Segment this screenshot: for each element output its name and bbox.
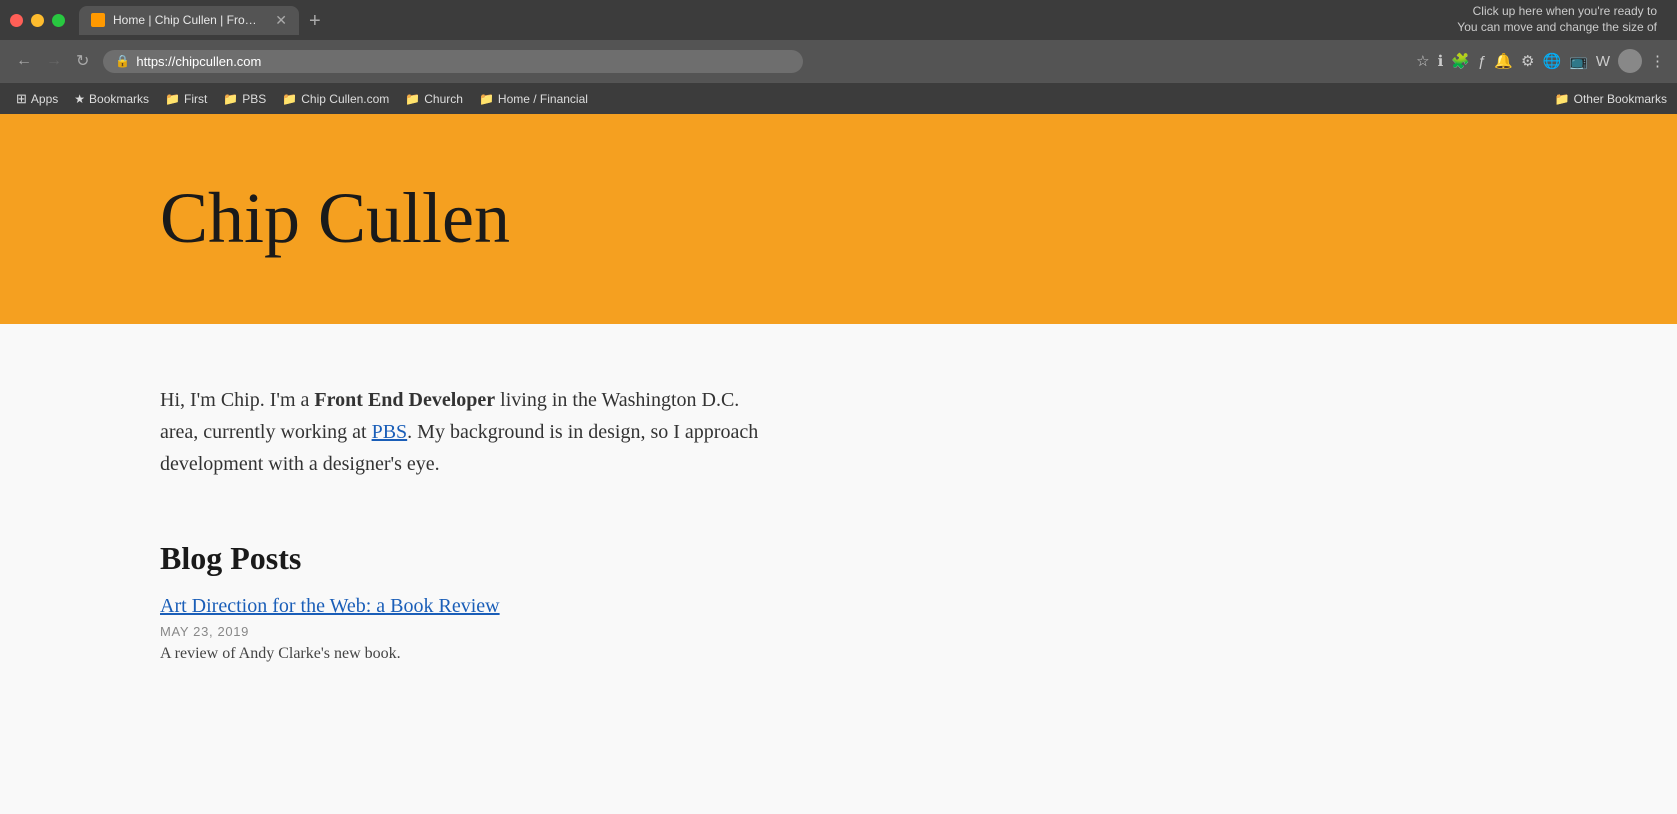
home-financial-icon: 📁 (479, 92, 494, 106)
home-financial-folder[interactable]: 📁 Home / Financial (473, 90, 594, 108)
pbs-folder-icon: 📁 (223, 92, 238, 106)
translate-icon[interactable]: 🌐 (1542, 52, 1561, 70)
intro-bold-text: Front End Developer (314, 389, 495, 411)
blog-post-link[interactable]: Art Direction for the Web: a Book Review (160, 595, 1517, 618)
wordpress-icon[interactable]: W (1596, 53, 1610, 70)
folder-icon-right: 📁 (1555, 92, 1570, 106)
church-label: Church (424, 92, 463, 106)
pbs-link[interactable]: PBS (372, 421, 408, 443)
first-label: First (184, 92, 207, 106)
star-icon[interactable]: ☆ (1416, 52, 1429, 70)
home-financial-label: Home / Financial (498, 92, 588, 106)
site-title: Chip Cullen (160, 179, 510, 258)
bookmarks-folder[interactable]: ★ Bookmarks (68, 90, 155, 108)
blog-post-item: Art Direction for the Web: a Book Review… (160, 595, 1517, 663)
url-text: https://chipcullen.com (136, 54, 791, 69)
chipcullen-label: Chip Cullen.com (301, 92, 389, 106)
scripting-icon[interactable]: ƒ (1478, 53, 1486, 70)
site-body: Hi, I'm Chip. I'm a Front End Developer … (0, 324, 1677, 723)
extensions-icon[interactable]: 🧩 (1451, 52, 1470, 70)
browser-chrome: Home | Chip Cullen | Front End… ✕ + Clic… (0, 0, 1677, 114)
blog-post-date: MAY 23, 2019 (160, 624, 1517, 639)
website-content: Chip Cullen Hi, I'm Chip. I'm a Front En… (0, 114, 1677, 814)
other-bookmarks-label: Other Bookmarks (1574, 92, 1667, 106)
other-bookmarks[interactable]: 📁 Other Bookmarks (1555, 92, 1667, 106)
profile-avatar[interactable] (1618, 49, 1642, 73)
apps-bookmark[interactable]: ⊞ Apps (10, 89, 64, 109)
cast-icon[interactable]: 📺 (1569, 52, 1588, 70)
bookmarks-bar: ⊞ Apps ★ Bookmarks 📁 First 📁 PBS 📁 Chip … (0, 82, 1677, 114)
tab-favicon (91, 13, 105, 27)
blog-post-excerpt: A review of Andy Clarke's new book. (160, 645, 1517, 663)
maximize-window-button[interactable] (52, 14, 65, 27)
pbs-folder[interactable]: 📁 PBS (217, 90, 272, 108)
tab-title: Home | Chip Cullen | Front End… (113, 13, 263, 27)
church-folder[interactable]: 📁 Church (399, 90, 469, 108)
back-button[interactable]: ← (12, 50, 36, 72)
nav-buttons: ← → ↻ (12, 49, 93, 73)
apps-icon: ⊞ (16, 91, 27, 107)
address-bar: ← → ↻ 🔒 https://chipcullen.com ☆ ℹ 🧩 ƒ 🔔… (0, 40, 1677, 82)
settings-icon[interactable]: ⚙ (1521, 52, 1534, 70)
info-icon[interactable]: ℹ (1438, 52, 1444, 70)
star-bookmark-icon: ★ (74, 92, 85, 106)
blog-section: Blog Posts Art Direction for the Web: a … (160, 540, 1517, 663)
bookmarks-label: Bookmarks (89, 92, 149, 106)
minimize-window-button[interactable] (31, 14, 44, 27)
close-window-button[interactable] (10, 14, 23, 27)
active-tab[interactable]: Home | Chip Cullen | Front End… ✕ (79, 6, 299, 35)
traffic-lights (10, 14, 65, 27)
church-folder-icon: 📁 (405, 92, 420, 106)
blog-section-title: Blog Posts (160, 540, 1517, 577)
lock-icon: 🔒 (115, 54, 130, 68)
intro-text-before: Hi, I'm Chip. I'm a (160, 389, 314, 411)
first-folder[interactable]: 📁 First (159, 90, 213, 108)
tabs-area: Home | Chip Cullen | Front End… ✕ + (79, 6, 1447, 35)
tab-close-button[interactable]: ✕ (275, 12, 287, 29)
apps-label: Apps (31, 92, 58, 106)
reload-button[interactable]: ↻ (72, 49, 93, 73)
forward-button[interactable]: → (42, 50, 66, 72)
title-bar: Home | Chip Cullen | Front End… ✕ + Clic… (0, 0, 1677, 40)
chipcullen-folder[interactable]: 📁 Chip Cullen.com (276, 90, 395, 108)
new-tab-button[interactable]: + (299, 7, 331, 35)
menu-icon[interactable]: ⋮ (1650, 52, 1665, 70)
notification-icon[interactable]: 🔔 (1494, 52, 1513, 70)
url-bar[interactable]: 🔒 https://chipcullen.com (103, 50, 803, 73)
first-folder-icon: 📁 (165, 92, 180, 106)
chipcullen-folder-icon: 📁 (282, 92, 297, 106)
intro-paragraph: Hi, I'm Chip. I'm a Front End Developer … (160, 384, 780, 480)
toolbar-right: ☆ ℹ 🧩 ƒ 🔔 ⚙ 🌐 📺 W ⋮ (1416, 49, 1665, 73)
pbs-label: PBS (242, 92, 266, 106)
site-header: Chip Cullen (0, 114, 1677, 324)
top-right-hint: Click up here when you're ready to You c… (1447, 0, 1667, 39)
